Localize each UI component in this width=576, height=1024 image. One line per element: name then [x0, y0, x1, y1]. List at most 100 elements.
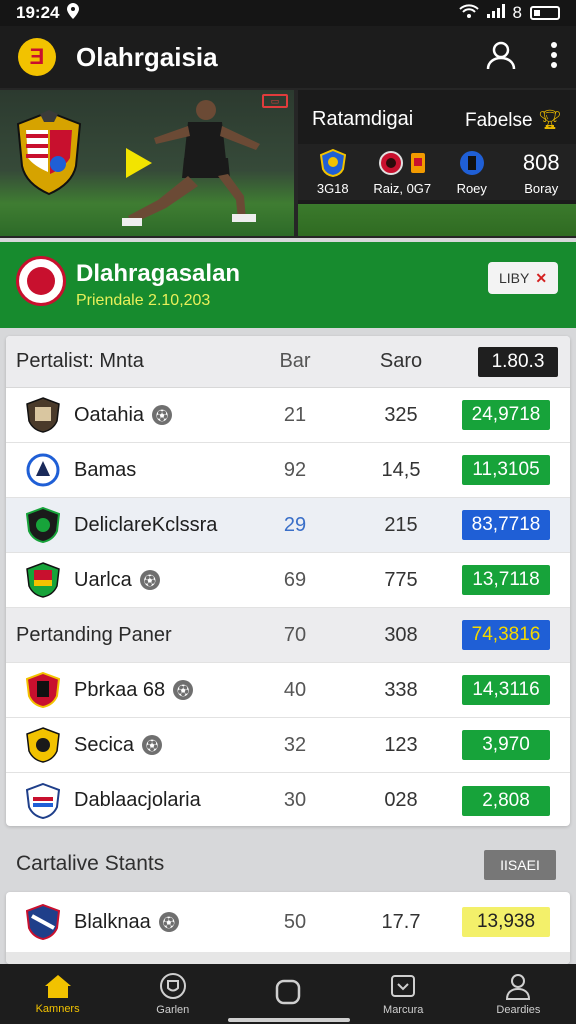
nav-item-matches[interactable]: Marcura — [346, 964, 461, 1024]
standings-table: Pertalist: Mnta Bar Saro 1.80.3 Oatahia ⚽… — [6, 336, 570, 826]
cell-b: 325 — [384, 403, 418, 426]
cell-b: 308 — [384, 623, 418, 646]
league-filter-button[interactable]: LIBY ✕ — [488, 262, 558, 294]
match-stat: 3G18 — [298, 144, 368, 200]
team-crest-icon — [26, 507, 60, 543]
home-icon — [44, 975, 71, 998]
team-crest-icon — [459, 150, 484, 175]
nav-label: Deardies — [496, 1004, 541, 1016]
team-crest-icon — [26, 562, 60, 598]
table-header-title: Pertalist: Mnta — [16, 350, 144, 372]
wifi-icon — [458, 3, 479, 23]
team-crest-icon — [26, 672, 60, 708]
table-row[interactable]: Pbrkaa 68 ⚽︎ 40 338 14,3116 — [6, 663, 570, 718]
inbox-icon — [391, 975, 416, 997]
team-crest-icon — [319, 148, 346, 177]
table-row[interactable]: Dablaacjolaria 30 028 2,808 — [6, 773, 570, 826]
app-bar: Ǝ Olahrgaisia — [0, 26, 576, 88]
ball-icon — [379, 150, 404, 175]
more-menu-button[interactable] — [550, 41, 558, 73]
battery-icon — [530, 6, 560, 20]
cell-b: 775 — [384, 568, 418, 591]
cell-b: 338 — [384, 678, 418, 701]
ball-icon: ⚽︎ — [139, 570, 160, 590]
match-panel-right-title: Fabelse 🏆︎ — [465, 108, 562, 132]
match-stat-value: 808 — [522, 149, 560, 175]
nav-label: Garlen — [156, 1004, 190, 1016]
table-row[interactable]: Oatahia ⚽︎ 21 325 24,9718 — [6, 388, 570, 443]
match-panel[interactable]: Ratamdigai Fabelse 🏆︎ 3G18 Raiz, 0G7 Roe… — [298, 90, 576, 236]
value-pill: 14,3116 — [462, 675, 550, 705]
hero-video-thumbnail[interactable]: ▭ — [0, 90, 294, 236]
value-pill: 3,970 — [462, 730, 550, 760]
player-image — [122, 100, 260, 226]
cell-a: 21 — [283, 403, 307, 426]
hero-banner: ▭ Ratamdigai Fabelse 🏆︎ 3G18 Raiz, 0G7 R… — [0, 88, 576, 238]
status-bar: 19:24 8 — [0, 0, 576, 26]
match-stat-label: 3G18 — [316, 180, 349, 196]
team-name: Dablaacjolaria — [74, 789, 201, 811]
match-panel-left-title: Ratamdigai — [312, 108, 414, 130]
team-name: Oatahia — [74, 403, 145, 426]
table-row[interactable]: DeliclareKclssra 29 215 83,7718 — [6, 498, 570, 553]
team-name: Secica — [74, 733, 135, 756]
value-pill: 24,9718 — [462, 400, 550, 430]
value-pill: 13,7118 — [462, 565, 550, 595]
app-title: Olahrgaisia — [76, 41, 218, 72]
nav-item-home[interactable]: Kamners — [0, 964, 115, 1024]
cell-a: 29 — [283, 513, 307, 536]
team-name-cell: Secica ⚽︎ — [74, 733, 163, 757]
cell-a: 70 — [283, 623, 307, 646]
value-pill: 11,3105 — [462, 455, 550, 485]
match-panel-right-label: Fabelse — [464, 110, 533, 131]
next-row-peek — [6, 952, 570, 964]
cell-a: 50 — [283, 910, 307, 933]
team-name: Uarlca — [74, 568, 132, 591]
team-crest-icon — [26, 782, 60, 819]
team-name-cell: Dablaacjolaria — [74, 789, 201, 812]
card-icon — [411, 152, 426, 173]
ball-icon: ⚽︎ — [152, 405, 173, 425]
table-row[interactable]: Uarlca ⚽︎ 69 775 13,7118 — [6, 553, 570, 608]
team-crest-icon — [26, 453, 60, 487]
table-row[interactable]: Secica ⚽︎ 32 123 3,970 — [6, 718, 570, 773]
profile-button[interactable] — [486, 40, 516, 75]
table-header: Pertalist: Mnta Bar Saro 1.80.3 — [6, 336, 570, 388]
table-header-col-a: Bar — [279, 350, 311, 372]
close-icon: ✕ — [535, 269, 548, 286]
location-icon — [67, 2, 80, 24]
team-name: Blalknaa — [74, 910, 151, 933]
trophy-icon: 🏆︎ — [537, 110, 562, 131]
team-crest-icon — [26, 397, 60, 433]
table-section-row[interactable]: Pertanding Paner 70 308 74,3816 — [6, 608, 570, 663]
cell-b: 123 — [384, 733, 418, 756]
cell-a: 30 — [283, 789, 307, 811]
table-row[interactable]: Bamas 92 14,5 11,3105 — [6, 443, 570, 498]
value-pill: 83,7718 — [462, 510, 550, 540]
cell-a: 32 — [283, 733, 307, 756]
nav-item-center[interactable] — [230, 964, 345, 1024]
league-header: Dlahragasalan Priendale 2.10,203 LIBY ✕ — [0, 242, 576, 328]
league-crest-icon — [16, 256, 66, 306]
league-filter-label: LIBY — [498, 270, 530, 286]
table-header-col-b: Saro — [379, 350, 423, 372]
hero-badge-icon: ▭ — [262, 94, 288, 108]
section-badge-button[interactable]: IISAEI — [484, 850, 556, 880]
home-indicator — [228, 1018, 350, 1022]
square-icon — [275, 979, 301, 1005]
table-header-col-c[interactable]: 1.80.3 — [478, 346, 558, 377]
cell-a: 40 — [283, 678, 307, 701]
team-name: Bamas — [74, 458, 137, 481]
bottom-nav: Kamners Garlen Marcura Deardies — [0, 964, 576, 1024]
ball-icon: ⚽︎ — [142, 735, 163, 755]
ball-icon: ⚽︎ — [158, 912, 179, 932]
match-stats: 3G18 Raiz, 0G7 Roey 808 Boray — [298, 144, 576, 200]
team-name: DeliclareKclssra — [74, 513, 218, 536]
table-row[interactable]: Blalknaa ⚽︎ 50 17.7 13,938 — [6, 894, 570, 950]
team-name-cell: Uarlca ⚽︎ — [74, 569, 160, 592]
nav-item-profile[interactable]: Deardies — [461, 964, 576, 1024]
cell-a: 69 — [283, 568, 307, 591]
match-stat: 808 Boray — [507, 144, 576, 200]
nav-item-games[interactable]: Garlen — [115, 964, 230, 1024]
team-name-cell: Oatahia ⚽︎ — [74, 403, 173, 427]
